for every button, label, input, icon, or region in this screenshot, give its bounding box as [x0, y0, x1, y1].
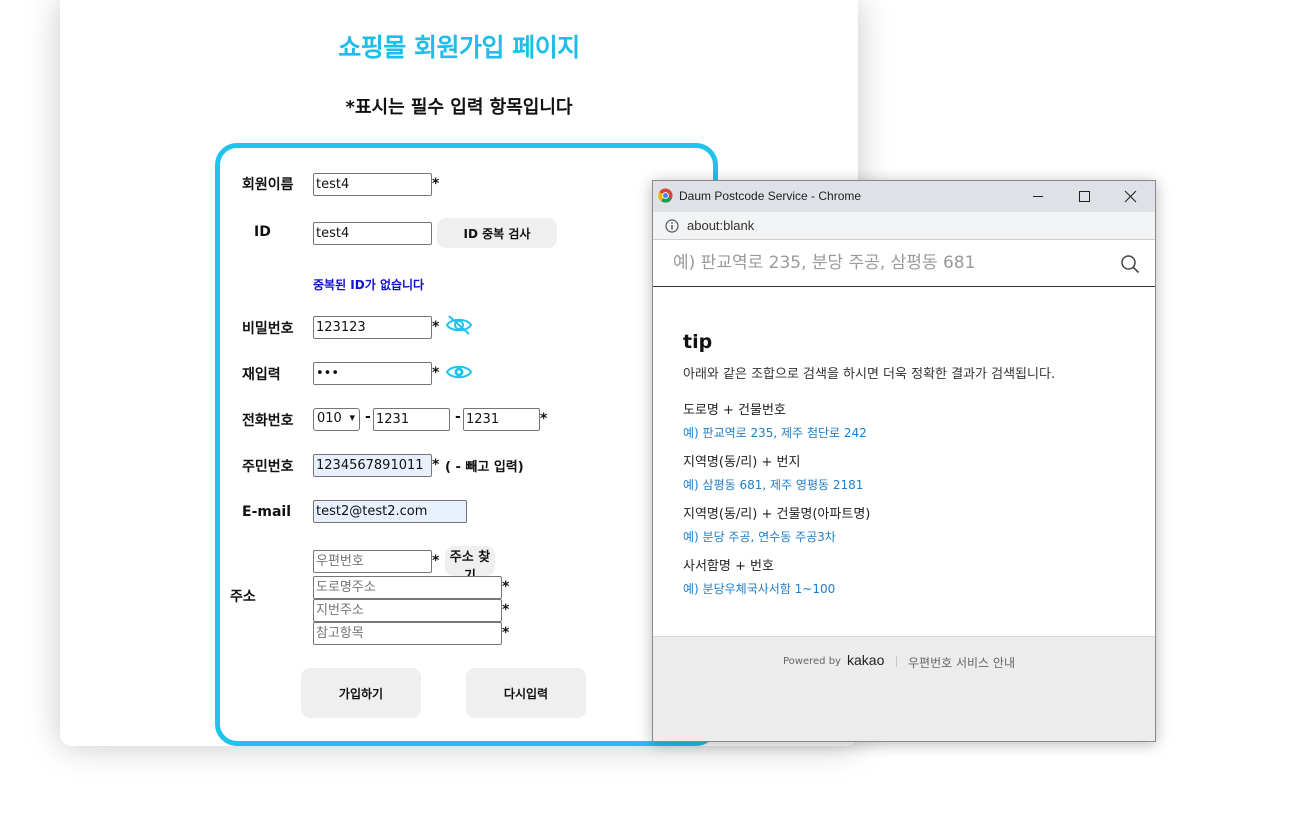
postcode-input[interactable]	[313, 550, 432, 573]
tip-description: 아래와 같은 조합으로 검색을 하시면 더욱 정확한 결과가 검색됩니다.	[683, 367, 1056, 382]
road-address-required-mark: *	[502, 579, 510, 595]
signup-form: 회원이름 * ID ID 중복 검사 중복된 ID가 없습니다 비밀번호 * 재…	[215, 143, 718, 746]
id-label: ID	[254, 224, 271, 240]
phone-prefix-value: 010	[317, 411, 342, 426]
address-label: 주소	[230, 589, 256, 605]
chrome-icon	[658, 188, 673, 203]
password-confirm-input[interactable]	[313, 362, 432, 385]
id-check-button[interactable]: ID 중복 검사	[437, 218, 557, 248]
url-text: about:blank	[687, 218, 755, 233]
address-bar[interactable]: about:blank	[653, 212, 1155, 240]
password-confirm-label: 재입력	[242, 367, 281, 383]
resident-label: 주민번호	[242, 459, 294, 475]
name-input[interactable]	[313, 173, 432, 196]
email-label: E-mail	[242, 504, 292, 520]
tip-example: 예) 분당우체국사서함 1~100	[683, 582, 836, 596]
kakao-logo: kakao	[847, 652, 885, 668]
page-title: 쇼핑몰 회원가입 페이지	[338, 33, 580, 62]
phone-last-input[interactable]	[463, 408, 540, 431]
maximize-icon[interactable]	[1061, 181, 1107, 212]
postcode-required-mark: *	[432, 553, 440, 569]
extra-address-input[interactable]	[313, 622, 502, 645]
find-address-button[interactable]: 주소 찾기	[445, 546, 495, 584]
close-icon[interactable]	[1107, 181, 1153, 212]
phone-dash-1: -	[365, 409, 371, 425]
tip-heading: 지역명(동/리) + 건물명(아파트명)	[683, 507, 871, 522]
postcode-search-bar	[653, 240, 1155, 287]
id-check-message: 중복된 ID가 없습니다	[313, 278, 425, 292]
password-label: 비밀번호	[242, 321, 294, 337]
resident-required-mark: *	[432, 457, 440, 473]
tip-heading: 도로명 + 건물번호	[683, 403, 786, 418]
password-confirm-required-mark: *	[432, 365, 440, 381]
jibun-address-required-mark: *	[502, 602, 510, 618]
reset-button[interactable]: 다시입력	[466, 668, 586, 718]
resident-hint: ( - 빼고 입력)	[445, 460, 524, 475]
search-icon[interactable]	[1120, 254, 1140, 274]
jibun-address-input[interactable]	[313, 599, 502, 622]
footer-divider	[896, 656, 897, 667]
phone-dash-2: -	[455, 409, 461, 425]
required-notice: *표시는 필수 입력 항목입니다	[345, 97, 573, 118]
info-icon[interactable]	[665, 219, 679, 233]
eye-icon[interactable]	[445, 361, 473, 383]
tip-example: 예) 삼평동 681, 제주 영평동 2181	[683, 478, 864, 492]
phone-middle-input[interactable]	[373, 408, 450, 431]
window-title: Daum Postcode Service - Chrome	[679, 189, 862, 203]
eye-slash-icon[interactable]	[445, 314, 473, 336]
resident-input[interactable]	[313, 454, 432, 477]
password-input[interactable]	[313, 316, 432, 339]
popup-footer: Powered by kakao 우편번호 서비스 안내	[653, 636, 1155, 741]
submit-button[interactable]: 가입하기	[301, 668, 421, 718]
tip-example: 예) 분당 주공, 연수동 주공3차	[683, 530, 836, 544]
name-label: 회원이름	[242, 177, 294, 193]
id-input[interactable]	[313, 222, 432, 245]
chevron-down-icon: ▾	[349, 411, 355, 424]
powered-by-text: Powered by	[783, 656, 841, 667]
window-titlebar[interactable]: Daum Postcode Service - Chrome	[653, 181, 1155, 212]
email-input[interactable]	[313, 500, 467, 523]
tip-example: 예) 판교역로 235, 제주 첨단로 242	[683, 426, 867, 440]
postcode-guide-link[interactable]: 우편번호 서비스 안내	[908, 654, 1015, 671]
tip-heading: 지역명(동/리) + 번지	[683, 455, 801, 470]
tip-heading: 사서함명 + 번호	[683, 559, 774, 574]
postcode-search-input[interactable]	[673, 250, 1103, 276]
name-required-mark: *	[432, 176, 440, 192]
phone-label: 전화번호	[242, 413, 294, 429]
postcode-popup-window: Daum Postcode Service - Chrome about:bla…	[652, 180, 1156, 742]
password-required-mark: *	[432, 319, 440, 335]
tip-title: tip	[683, 331, 713, 353]
extra-address-required-mark: *	[502, 625, 510, 641]
phone-required-mark: *	[540, 411, 548, 427]
minimize-icon[interactable]	[1015, 181, 1061, 212]
phone-prefix-select[interactable]: 010 ▾	[313, 408, 360, 431]
road-address-input[interactable]	[313, 576, 502, 599]
